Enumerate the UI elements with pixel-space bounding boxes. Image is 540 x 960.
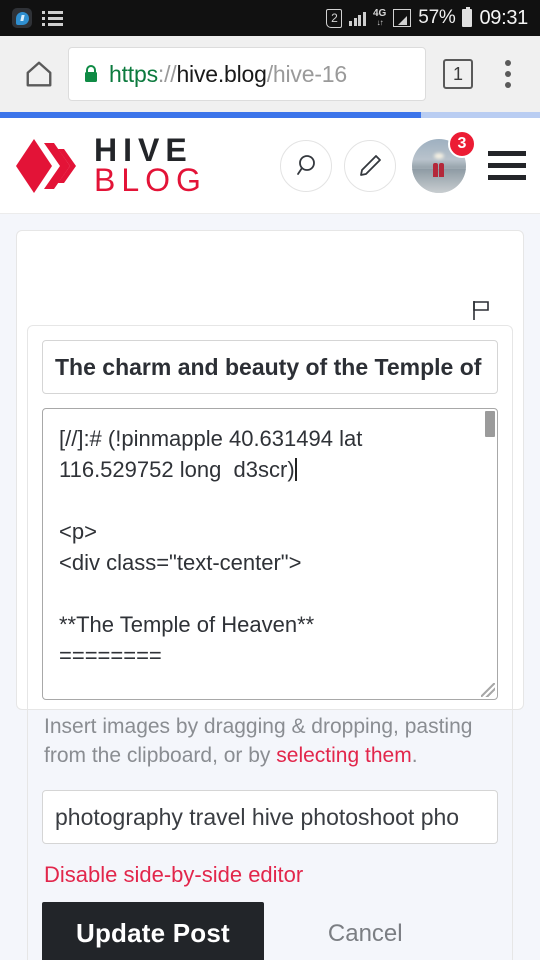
notification-badge[interactable]: 3 — [448, 129, 476, 158]
url-host: hive.blog — [176, 60, 267, 87]
body-rest: <p> <div class="text-center"> **The Temp… — [59, 519, 315, 668]
browser-menu-button[interactable] — [486, 60, 530, 88]
flag-row — [29, 243, 511, 325]
cancel-button[interactable]: Cancel — [328, 920, 403, 948]
url-scheme: https — [109, 60, 158, 87]
tab-count-label: 1 — [443, 59, 473, 89]
logo-text-blog: BLOG — [94, 161, 207, 198]
url-text: https://hive.blog/hive-16 — [109, 61, 347, 88]
flag-icon[interactable] — [471, 299, 491, 321]
progress-fill — [0, 112, 422, 118]
site-header: HIVE BLOG 3 — [0, 118, 540, 214]
body-line-2: 116.529752 long d3scr) — [59, 457, 295, 482]
post-title-input[interactable]: The charm and beauty of the Temple of — [42, 340, 498, 394]
editor-scrollbar-thumb[interactable] — [485, 411, 495, 437]
browser-toolbar: https://hive.blog/hive-16 1 — [0, 36, 540, 112]
site-logo[interactable]: HIVE BLOG — [14, 134, 207, 198]
chat-bubble-app-icon — [12, 8, 32, 28]
help-text-after: . — [411, 744, 418, 767]
editor-actions: Update Post Cancel — [42, 902, 498, 960]
list-icon — [42, 10, 63, 26]
status-clock: 09:31 — [479, 6, 528, 29]
page-body: The charm and beauty of the Temple of [/… — [0, 214, 540, 960]
search-icon — [297, 154, 315, 175]
lock-icon — [85, 65, 97, 82]
body-line-1: [//]:# (!pinmapple 40.631494 lat — [59, 426, 363, 451]
url-separator: :// — [157, 60, 177, 87]
network-arrows: ↓↑ — [376, 18, 384, 27]
text-caret — [294, 458, 297, 481]
hamburger-menu-icon[interactable] — [488, 151, 526, 180]
update-post-button[interactable]: Update Post — [42, 902, 264, 960]
toggle-side-by-side-editor-link[interactable]: Disable side-by-side editor — [42, 844, 498, 902]
markdown-editor-wrap: [//]:# (!pinmapple 40.631494 lat 116.529… — [42, 408, 498, 700]
battery-percent: 57% — [418, 7, 456, 28]
sim-indicator: 2 — [326, 8, 343, 28]
battery-icon — [462, 7, 473, 27]
signal-bars-icon — [349, 10, 366, 26]
create-post-button[interactable] — [344, 139, 396, 192]
editor-resize-handle[interactable] — [481, 683, 495, 697]
signal-box-icon — [393, 9, 412, 27]
editor-inner-card: The charm and beauty of the Temple of [/… — [27, 325, 513, 960]
pencil-icon — [360, 154, 381, 176]
home-icon — [26, 61, 52, 87]
url-bar[interactable]: https://hive.blog/hive-16 — [68, 47, 426, 101]
avatar[interactable]: 3 — [412, 129, 476, 193]
search-button[interactable] — [280, 139, 332, 192]
post-tags-input[interactable]: photography travel hive photoshoot pho — [42, 790, 498, 844]
home-button[interactable] — [10, 59, 68, 89]
select-images-link[interactable]: selecting them — [276, 744, 411, 767]
image-insert-help: Insert images by dragging & dropping, pa… — [42, 700, 498, 786]
url-path: /hive-16 — [266, 60, 347, 87]
post-editor-card: The charm and beauty of the Temple of [/… — [16, 230, 524, 960]
tab-switcher-button[interactable]: 1 — [430, 59, 486, 89]
hive-logo-icon — [16, 138, 76, 193]
page-load-progress — [0, 112, 540, 118]
network-type-indicator: 4G ↓↑ — [373, 9, 386, 27]
markdown-body-textarea[interactable]: [//]:# (!pinmapple 40.631494 lat 116.529… — [42, 408, 498, 700]
status-bar: 2 4G ↓↑ 57% 09:31 — [0, 0, 540, 36]
